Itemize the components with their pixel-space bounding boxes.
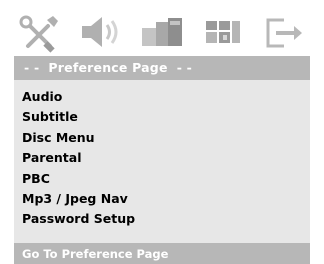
preference-menu: Audio Subtitle Disc Menu Parental PBC Mp… bbox=[14, 80, 310, 243]
page-title-bar: - - Preference Page - - bbox=[14, 56, 310, 80]
menu-item-parental[interactable]: Parental bbox=[22, 150, 82, 165]
tab-speaker-setup[interactable] bbox=[196, 8, 252, 58]
setup-menu-window: - - Preference Page - - Audio Subtitle D… bbox=[0, 0, 324, 264]
tab-audio[interactable] bbox=[72, 8, 128, 58]
video-icon bbox=[134, 8, 190, 58]
speaker-icon bbox=[72, 8, 128, 58]
menu-item-mp3-jpeg-nav[interactable]: Mp3 / Jpeg Nav bbox=[22, 191, 128, 206]
status-bar: Go To Preference Page bbox=[14, 243, 310, 264]
tab-video[interactable] bbox=[134, 8, 190, 58]
tools-icon bbox=[14, 8, 70, 58]
exit-icon bbox=[254, 8, 310, 58]
dolby-icon bbox=[196, 8, 252, 58]
menu-item-disc-menu[interactable]: Disc Menu bbox=[22, 130, 95, 145]
menu-item-audio[interactable]: Audio bbox=[22, 89, 62, 104]
tab-general[interactable] bbox=[14, 8, 70, 58]
setup-tab-bar bbox=[14, 8, 310, 58]
menu-item-pbc[interactable]: PBC bbox=[22, 171, 50, 186]
status-text: Go To Preference Page bbox=[22, 247, 169, 261]
page-title: - - Preference Page - - bbox=[24, 60, 193, 75]
menu-item-password-setup[interactable]: Password Setup bbox=[22, 211, 135, 226]
menu-item-subtitle[interactable]: Subtitle bbox=[22, 109, 78, 124]
tab-exit[interactable] bbox=[254, 8, 310, 58]
